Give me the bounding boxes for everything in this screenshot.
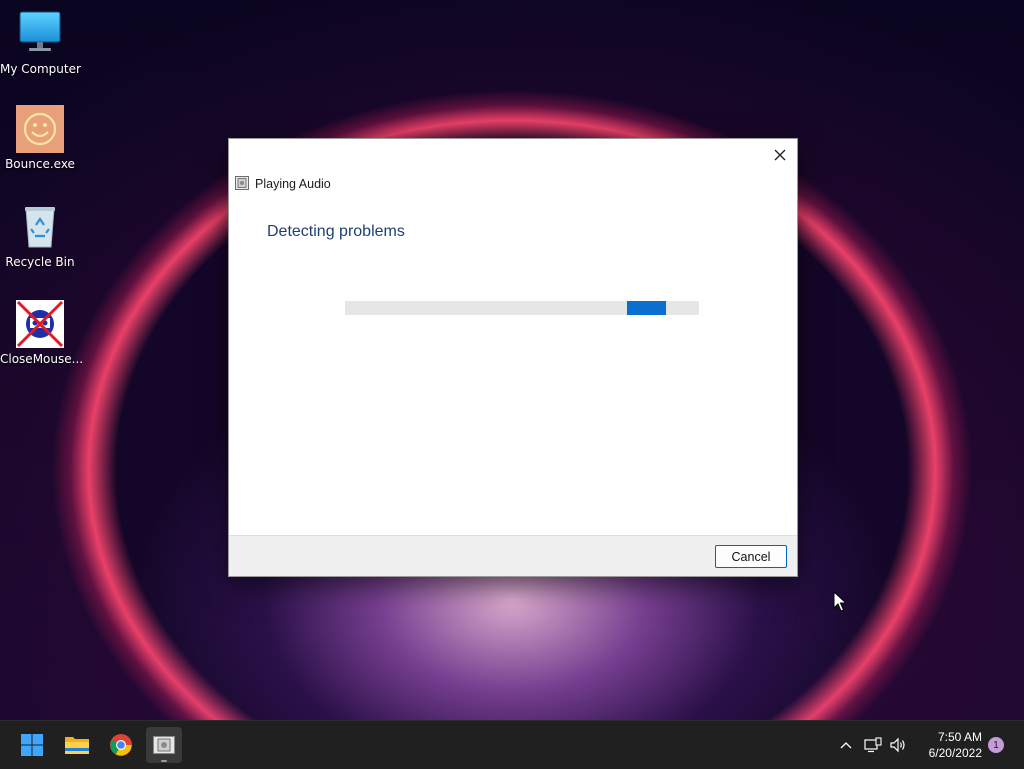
recycle-bin-icon xyxy=(16,203,64,251)
clock-date: 6/20/2022 xyxy=(928,746,982,760)
mouse-pointer-icon xyxy=(833,591,847,612)
taskbar-chrome[interactable] xyxy=(103,727,139,763)
desktop-icon-label: Bounce.exe xyxy=(5,157,75,171)
chrome-icon xyxy=(110,734,132,756)
clock[interactable]: 7:50 AM 6/20/2022 xyxy=(912,729,982,761)
smiley-icon xyxy=(16,105,64,153)
taskbar: 7:50 AM 6/20/2022 1 xyxy=(0,720,1024,769)
desktop-icon-my-computer[interactable]: My Computer xyxy=(0,10,81,76)
progress-bar xyxy=(345,301,699,315)
closemouse-icon xyxy=(16,300,64,348)
show-hidden-icons-button[interactable] xyxy=(836,735,856,755)
folder-icon xyxy=(65,737,89,754)
dialog-heading: Detecting problems xyxy=(267,223,405,240)
volume-button[interactable] xyxy=(888,735,908,755)
dialog-footer: Cancel xyxy=(229,535,797,576)
chevron-up-icon xyxy=(840,742,852,749)
notification-badge[interactable]: 1 xyxy=(988,737,1004,753)
dialog-title: Playing Audio xyxy=(255,177,331,191)
network-button[interactable] xyxy=(863,735,883,755)
troubleshooter-dialog: Playing Audio Detecting problems Cancel xyxy=(228,138,798,577)
network-icon xyxy=(864,737,882,753)
progress-indicator xyxy=(627,301,666,315)
monitor-icon xyxy=(16,10,64,58)
start-button[interactable] xyxy=(14,727,50,763)
taskbar-troubleshooter[interactable] xyxy=(146,727,182,763)
cancel-button[interactable]: Cancel xyxy=(715,545,787,568)
troubleshooter-icon xyxy=(235,175,249,194)
dialog-header: Playing Audio xyxy=(235,175,331,193)
desktop-icon-bounce[interactable]: Bounce.exe xyxy=(0,105,80,171)
desktop-icon-label: My Computer xyxy=(0,62,81,76)
windows-start-icon xyxy=(21,734,43,756)
desktop-icon-closemouse[interactable]: CloseMouse... xyxy=(0,300,84,366)
clock-time: 7:50 AM xyxy=(937,730,982,744)
taskbar-file-explorer[interactable] xyxy=(59,727,95,763)
troubleshooter-icon xyxy=(153,736,175,754)
active-indicator xyxy=(161,760,167,762)
desktop-icon-recycle-bin[interactable]: Recycle Bin xyxy=(0,203,80,269)
speaker-icon xyxy=(890,737,905,753)
desktop-icon-label: CloseMouse... xyxy=(0,352,84,366)
desktop-icon-label: Recycle Bin xyxy=(5,255,75,269)
close-button[interactable] xyxy=(767,143,793,167)
close-icon xyxy=(774,149,786,161)
